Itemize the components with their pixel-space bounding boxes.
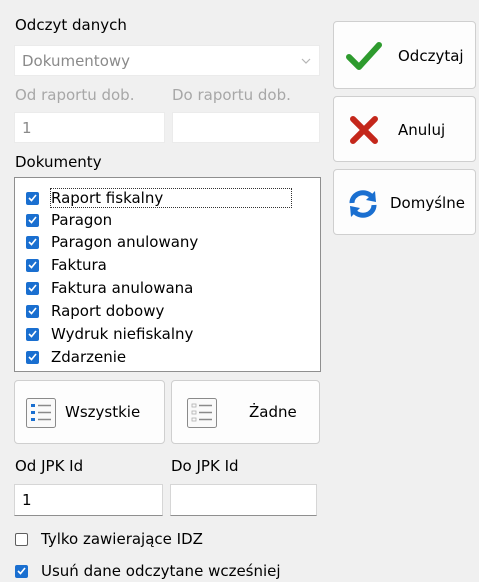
jpk-to-label: Do JPK Id <box>171 457 239 475</box>
from-report-input[interactable]: 1 <box>14 112 165 143</box>
mode-select[interactable]: Dokumentowy <box>14 45 320 76</box>
list-item[interactable]: Paragon <box>15 209 112 231</box>
select-none-button[interactable]: Żadne <box>171 380 320 444</box>
chevron-down-icon <box>301 58 311 64</box>
jpk-to-input[interactable] <box>170 484 317 516</box>
to-report-label: Do raportu dob. <box>172 86 291 104</box>
list-item-label: Faktura anulowana <box>51 279 194 297</box>
from-report-label: Od raportu dob. <box>15 86 135 104</box>
defaults-button-label: Domyślne <box>390 194 465 212</box>
read-heading: Odczyt danych <box>15 16 127 34</box>
delete-prev-label: Usuń dane odczytane wcześniej <box>41 562 281 580</box>
checkbox-checked[interactable] <box>26 213 39 227</box>
select-all-button-label: Wszystkie <box>65 403 141 421</box>
to-report-input[interactable] <box>172 112 320 143</box>
checkbox-checked[interactable] <box>15 564 28 578</box>
checkmark-icon <box>28 353 37 361</box>
list-item-label: Paragon <box>51 211 113 229</box>
delete-prev-checkbox-row[interactable]: Usuń dane odczytane wcześniej <box>15 560 281 582</box>
checkmark-icon <box>346 42 382 70</box>
only-idz-label: Tylko zawierające IDZ <box>41 530 203 548</box>
checkmark-icon <box>17 567 26 575</box>
list-item[interactable]: Zdarzenie <box>15 346 126 368</box>
checkmark-icon <box>28 307 37 315</box>
list-all-icon <box>26 398 56 428</box>
checkmark-icon <box>28 216 37 224</box>
checkbox-checked[interactable] <box>26 235 39 249</box>
defaults-button[interactable]: Domyślne <box>333 169 476 235</box>
list-item[interactable]: Wydruk niefiskalny <box>15 323 193 345</box>
list-item-label: Wydruk niefiskalny <box>51 325 194 343</box>
checkbox-unchecked[interactable] <box>15 532 28 546</box>
checkmark-icon <box>28 284 37 292</box>
checkmark-icon <box>28 261 37 269</box>
list-item-label: Faktura <box>51 256 107 274</box>
list-item-label: Raport dobowy <box>51 302 165 320</box>
checkmark-icon <box>28 194 37 202</box>
cancel-button[interactable]: Anuluj <box>333 96 476 162</box>
list-item[interactable]: Paragon anulowany <box>15 231 198 253</box>
documents-heading: Dokumenty <box>15 153 102 171</box>
list-item-label: Raport fiskalny <box>50 188 292 208</box>
checkbox-checked[interactable] <box>26 258 39 272</box>
checkbox-checked[interactable] <box>26 327 39 341</box>
checkbox-checked[interactable] <box>26 304 39 318</box>
checkbox-checked[interactable] <box>26 281 39 295</box>
documents-listbox[interactable]: Raport fiskalny Paragon Paragon anulowan… <box>14 177 321 372</box>
jpk-from-label: Od JPK Id <box>15 457 84 475</box>
cancel-button-label: Anuluj <box>398 121 446 139</box>
list-none-icon <box>187 398 217 428</box>
list-item[interactable]: Faktura <box>15 254 107 276</box>
from-report-value: 1 <box>22 118 32 137</box>
checkbox-checked[interactable] <box>26 191 39 205</box>
jpk-from-value: 1 <box>22 491 32 509</box>
select-none-button-label: Żadne <box>249 403 297 421</box>
list-item[interactable]: Raport fiskalny <box>15 187 292 209</box>
read-button-label: Odczytaj <box>398 47 464 65</box>
select-all-button[interactable]: Wszystkie <box>14 380 165 444</box>
jpk-from-input[interactable]: 1 <box>14 484 163 516</box>
checkmark-icon <box>28 330 37 338</box>
checkbox-checked[interactable] <box>26 350 39 364</box>
list-item-label: Zdarzenie <box>51 348 127 366</box>
refresh-icon <box>349 190 377 218</box>
list-item[interactable]: Faktura anulowana <box>15 277 193 299</box>
mode-select-value: Dokumentowy <box>22 51 131 70</box>
list-item[interactable]: Raport dobowy <box>15 300 164 322</box>
only-idz-checkbox-row[interactable]: Tylko zawierające IDZ <box>15 528 203 550</box>
read-button[interactable]: Odczytaj <box>333 21 476 89</box>
checkmark-icon <box>28 238 37 246</box>
cross-icon <box>350 116 378 144</box>
list-item-label: Paragon anulowany <box>51 233 199 251</box>
